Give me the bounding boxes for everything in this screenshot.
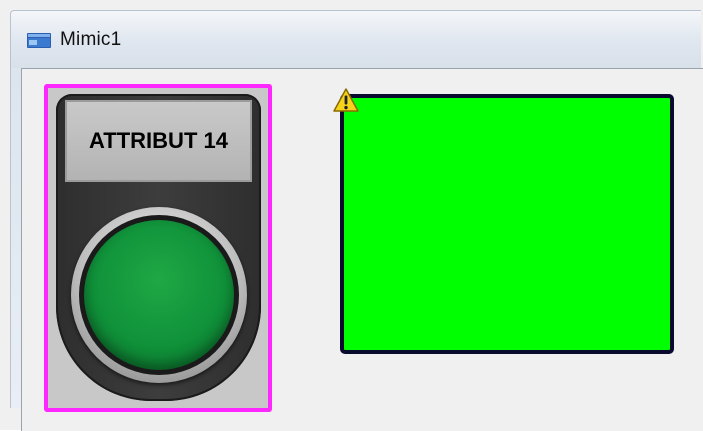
window-title: Mimic1 xyxy=(60,29,122,50)
window-titlebar[interactable]: Mimic1 xyxy=(10,10,701,69)
status-rectangle[interactable] xyxy=(340,94,674,354)
attribut-pushbutton[interactable]: ATTRIBUT 14 xyxy=(44,84,272,412)
warning-icon xyxy=(333,88,359,112)
pushbutton-bezel-inner xyxy=(79,215,239,375)
mimic-window: Mimic1 ATTRIBUT 14 xyxy=(0,0,703,431)
pushbutton-label-plate: ATTRIBUT 14 xyxy=(65,100,252,182)
pushbutton-bezel xyxy=(71,207,247,383)
pushbutton-green-cap[interactable] xyxy=(84,220,234,370)
pushbutton-label: ATTRIBUT 14 xyxy=(89,128,228,153)
mimic-window-icon xyxy=(27,33,51,48)
pushbutton-housing: ATTRIBUT 14 xyxy=(56,94,261,401)
